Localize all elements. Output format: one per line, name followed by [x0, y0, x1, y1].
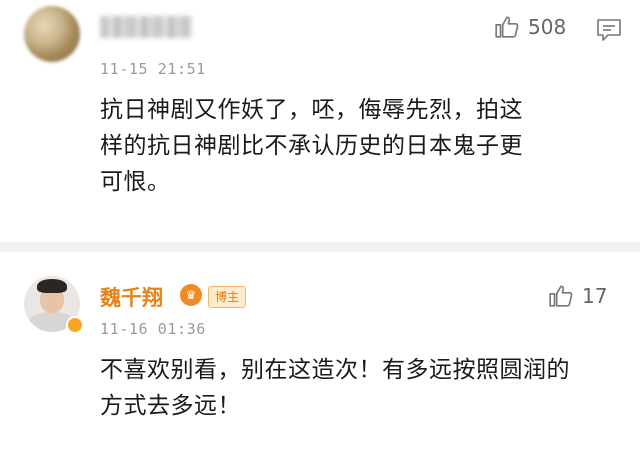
- timestamp: 11-16 01:36: [100, 320, 206, 338]
- comment-text-line: 样的抗日神剧比不承认历史的日本鬼子更: [100, 133, 523, 159]
- author-badge: 博主: [208, 286, 247, 308]
- comment-text-line: 可恨。: [100, 169, 171, 195]
- thumbs-up-icon: [549, 285, 573, 307]
- username[interactable]: 魏千翔: [100, 282, 163, 312]
- avatar-hair: [37, 279, 67, 293]
- comment-text-line: 抗日神剧又作妖了，呸，侮辱先烈，拍这: [100, 97, 523, 123]
- verified-badge-icon: [66, 316, 84, 334]
- username-blurred[interactable]: [100, 16, 192, 38]
- like-button[interactable]: 17: [548, 283, 607, 309]
- comment-text-line: 方式去多远！: [100, 393, 241, 419]
- comment-text: 抗日神剧又作妖了，呸，侮辱先烈，拍这 样的抗日神剧比不承认历史的日本鬼子更 可恨…: [100, 92, 523, 200]
- like-button[interactable]: 508: [494, 14, 566, 40]
- crown-vip-icon: ♛: [180, 284, 202, 306]
- like-count: 17: [582, 284, 608, 308]
- timestamp: 11-15 21:51: [100, 60, 206, 78]
- comment-text: 不喜欢别看，别在这造次！有多远按照圆润的 方式去多远！: [100, 352, 570, 424]
- comment-text-line: 不喜欢别看，别在这造次！有多远按照圆润的: [100, 357, 570, 383]
- comment-card-1: 11-15 21:51 抗日神剧又作妖了，呸，侮辱先烈，拍这 样的抗日神剧比不承…: [0, 0, 640, 242]
- thumbs-up-icon: [495, 16, 519, 38]
- avatar[interactable]: [24, 6, 80, 62]
- like-count: 508: [528, 15, 567, 39]
- reply-comment-icon[interactable]: [596, 18, 622, 42]
